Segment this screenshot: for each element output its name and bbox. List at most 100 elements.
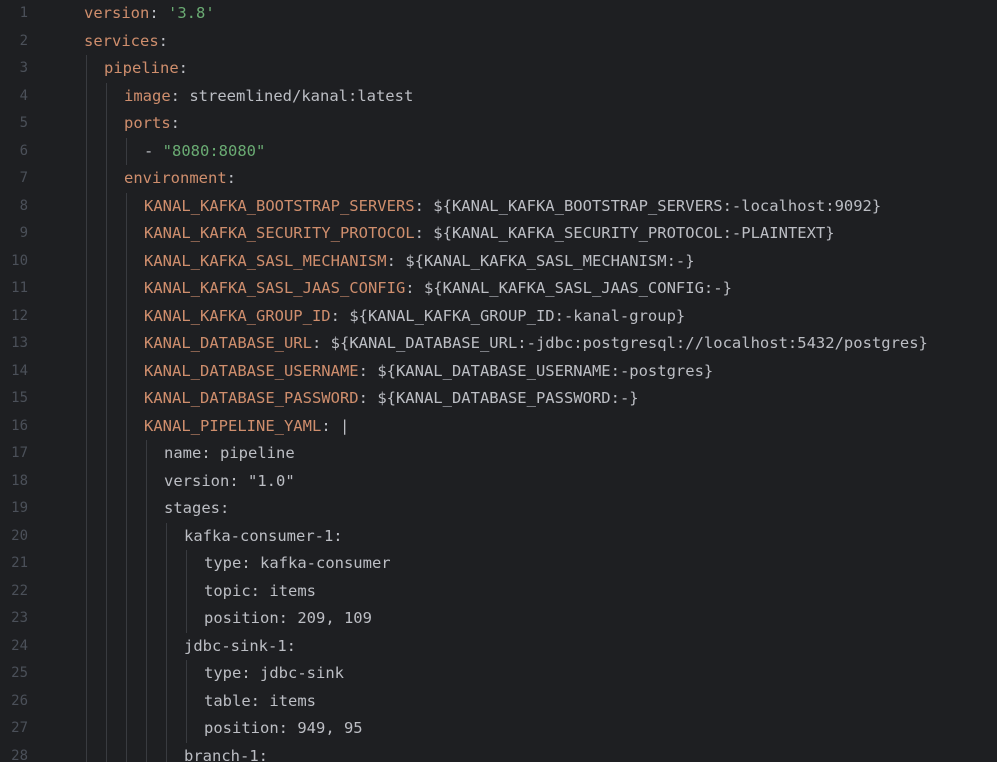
yaml-key: KANAL_DATABASE_URL <box>144 334 312 352</box>
line-number: 20 <box>11 527 28 544</box>
yaml-key: type: kafka-consumer <box>204 554 391 572</box>
line-number: 12 <box>11 307 28 324</box>
yaml-separator: : <box>358 361 378 380</box>
yaml-key: position: 209, 109 <box>204 609 372 627</box>
yaml-key: KANAL_PIPELINE_YAML <box>144 416 322 435</box>
yaml-key: services <box>84 31 159 50</box>
yaml-separator: : <box>170 114 181 132</box>
line-number: 2 <box>19 32 28 49</box>
yaml-separator: : <box>170 86 190 105</box>
line-number: 19 <box>11 500 28 516</box>
yaml-separator: : <box>226 169 236 187</box>
line-number: 10 <box>11 252 28 269</box>
yaml-key: KANAL_KAFKA_BOOTSTRAP_SERVERS <box>144 196 415 215</box>
code-line[interactable]: branch-1: <box>184 743 997 762</box>
yaml-value: ${KANAL_KAFKA_SASL_JAAS_CONFIG:-} <box>423 279 732 297</box>
code-line[interactable]: stages: <box>164 495 997 523</box>
code-line[interactable]: jdbc-sink-1: <box>184 633 997 661</box>
indent-guide <box>166 522 167 762</box>
line-number: 24 <box>11 637 28 654</box>
code-line[interactable]: table: items <box>204 688 997 716</box>
yaml-key: version: "1.0" <box>164 471 295 490</box>
yaml-value: streemlined/kanal:latest <box>189 86 414 105</box>
yaml-value: ${KANAL_KAFKA_SECURITY_PROTOCOL:-PLAINTE… <box>433 224 835 242</box>
indent-guide <box>146 440 147 762</box>
yaml-key: KANAL_KAFKA_SECURITY_PROTOCOL <box>144 224 415 242</box>
yaml-separator: : <box>158 31 168 50</box>
code-line[interactable]: name: pipeline <box>164 440 997 468</box>
line-number: 8 <box>19 197 28 214</box>
yaml-key: stages: <box>164 499 230 517</box>
code-line[interactable]: type: jdbc-sink <box>204 660 997 688</box>
indent-guide <box>86 55 87 762</box>
line-number: 11 <box>11 280 28 296</box>
code-line[interactable]: type: kafka-consumer <box>204 550 997 578</box>
code-line[interactable]: KANAL_KAFKA_SECURITY_PROTOCOL: ${KANAL_K… <box>144 220 997 248</box>
code-line[interactable]: KANAL_KAFKA_SASL_JAAS_CONFIG: ${KANAL_KA… <box>144 275 997 303</box>
yaml-separator: : <box>311 334 331 352</box>
yaml-key: name: pipeline <box>164 444 295 462</box>
line-number: 25 <box>11 665 28 681</box>
line-number: 27 <box>11 720 28 736</box>
yaml-key: - <box>144 141 163 160</box>
yaml-separator: : <box>414 224 434 242</box>
code-line[interactable]: position: 949, 95 <box>204 715 997 743</box>
line-number: 16 <box>11 417 28 434</box>
yaml-value: | <box>339 416 350 435</box>
code-line[interactable]: services: <box>84 28 997 56</box>
line-number: 4 <box>19 87 28 104</box>
line-number: 21 <box>11 555 28 571</box>
indent-guide <box>126 137 127 165</box>
line-number: 7 <box>19 170 28 186</box>
yaml-separator: : <box>358 389 378 407</box>
yaml-value: ${KANAL_KAFKA_SASL_MECHANISM:-} <box>405 251 695 270</box>
indent-guide <box>186 550 187 633</box>
yaml-separator: : <box>386 251 406 270</box>
line-number: 6 <box>19 142 28 159</box>
indent-guide <box>106 82 107 762</box>
yaml-value: ${KANAL_DATABASE_PASSWORD:-} <box>377 389 639 407</box>
yaml-key: topic: items <box>204 581 316 600</box>
code-line[interactable]: pipeline: <box>104 55 997 83</box>
line-number: 28 <box>11 747 28 762</box>
code-line[interactable]: kafka-consumer-1: <box>184 523 997 551</box>
code-line[interactable]: KANAL_DATABASE_USERNAME: ${KANAL_DATABAS… <box>144 358 997 386</box>
code-line[interactable]: KANAL_DATABASE_URL: ${KANAL_DATABASE_URL… <box>144 330 997 358</box>
line-number: 18 <box>11 472 28 489</box>
yaml-key: ports <box>124 114 171 132</box>
code-line[interactable]: topic: items <box>204 578 997 606</box>
yaml-key: branch-1: <box>184 746 268 762</box>
code-line[interactable]: KANAL_KAFKA_SASL_MECHANISM: ${KANAL_KAFK… <box>144 248 997 276</box>
yaml-key: KANAL_DATABASE_USERNAME <box>144 361 359 380</box>
yaml-key: KANAL_KAFKA_SASL_MECHANISM <box>144 251 387 270</box>
yaml-key: KANAL_DATABASE_PASSWORD <box>144 389 359 407</box>
code-line[interactable]: environment: <box>124 165 997 193</box>
yaml-value: ${KANAL_KAFKA_GROUP_ID:-kanal-group} <box>349 306 686 325</box>
code-line[interactable]: KANAL_KAFKA_BOOTSTRAP_SERVERS: ${KANAL_K… <box>144 193 997 221</box>
yaml-separator: : <box>178 59 188 77</box>
line-number: 1 <box>19 5 28 21</box>
code-line[interactable]: - "8080:8080" <box>144 138 997 166</box>
code-editor[interactable]: 1 2 3 4 5 6 7 8 9 10 11 12 13 14 15 16 17 18 19 20 21 22 23 24 2… <box>0 0 997 762</box>
code-line[interactable]: image: streemlined/kanal:latest <box>124 83 997 111</box>
yaml-key: type: jdbc-sink <box>204 664 344 682</box>
code-line[interactable]: KANAL_PIPELINE_YAML: | <box>144 413 997 441</box>
indent-guide <box>126 192 127 762</box>
yaml-key: pipeline <box>104 59 179 77</box>
yaml-key: KANAL_KAFKA_GROUP_ID <box>144 306 331 325</box>
yaml-value: ${KANAL_KAFKA_BOOTSTRAP_SERVERS:-localho… <box>433 196 882 215</box>
code-line[interactable]: position: 209, 109 <box>204 605 997 633</box>
line-number: 5 <box>19 115 28 131</box>
yaml-value: '3.8' <box>168 4 215 22</box>
code-line[interactable]: KANAL_KAFKA_GROUP_ID: ${KANAL_KAFKA_GROU… <box>144 303 997 331</box>
yaml-key: image <box>124 86 171 105</box>
line-number: 26 <box>11 692 28 709</box>
code-line[interactable]: KANAL_DATABASE_PASSWORD: ${KANAL_DATABAS… <box>144 385 997 413</box>
yaml-separator: : <box>321 416 340 435</box>
code-line[interactable]: version: '3.8' <box>84 0 997 28</box>
code-line[interactable]: version: "1.0" <box>164 468 997 496</box>
yaml-key: position: 949, 95 <box>204 719 363 737</box>
code-line[interactable]: ports: <box>124 110 997 138</box>
code-area[interactable]: version: '3.8' services: pipeline: image: s… <box>64 0 997 762</box>
line-number: 15 <box>11 390 28 406</box>
